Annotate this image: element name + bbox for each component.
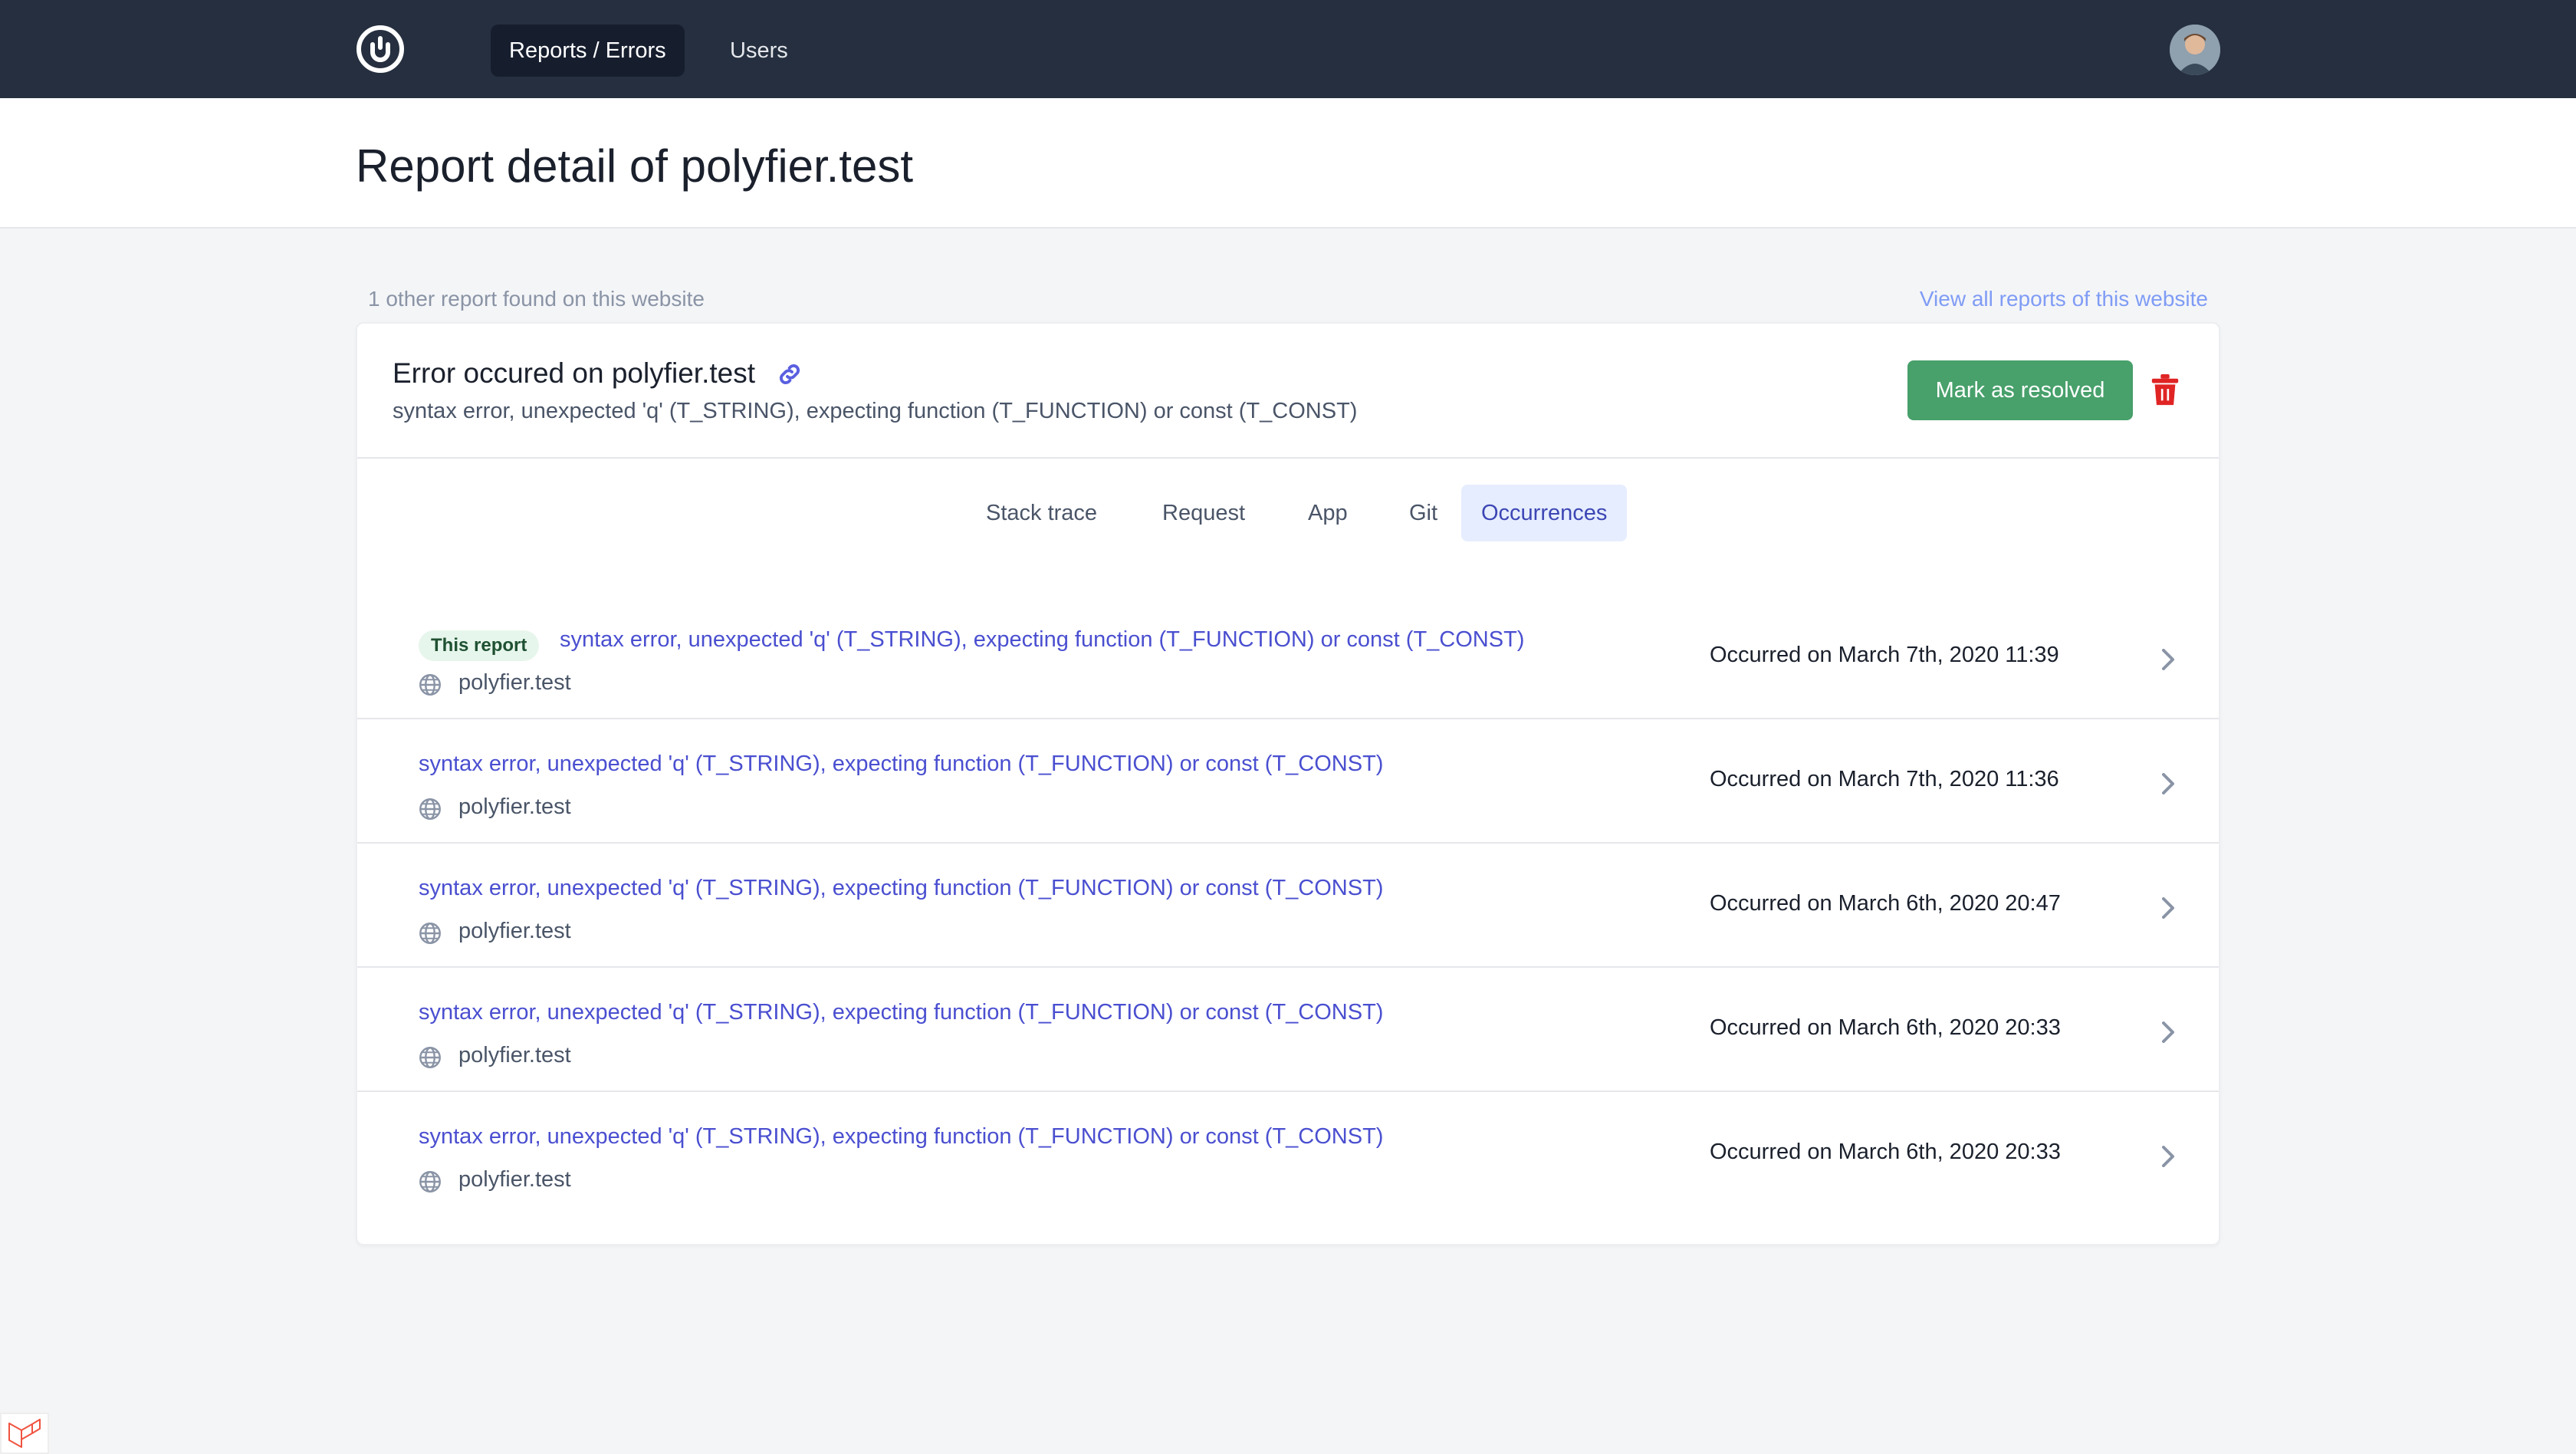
laravel-logo [8,1419,41,1448]
avatar[interactable] [2170,25,2220,75]
report-message: syntax error, unexpected 'q' (T_STRING),… [393,399,1358,423]
top-navbar: Reports / Errors Users [0,0,2576,98]
page-title: Report detail of polyfier.test [356,140,914,192]
link-icon[interactable] [776,360,803,388]
globe-icon [419,1047,441,1068]
page-header: Report detail of polyfier.test [0,98,2576,229]
occurrence-message[interactable]: syntax error, unexpected 'q' (T_STRING),… [419,876,1383,901]
tab-occurrences[interactable]: Occurrences [1461,485,1628,541]
occurrence-date: Occurred on March 7th, 2020 11:36 [1710,767,2059,791]
report-tabs: Stack trace Request App Git Occurrences [357,485,2219,541]
report-card-header: Error occured on polyfier.test syntax er… [357,324,2219,459]
chevron-right-icon[interactable] [2159,773,2177,794]
occurrence-row[interactable]: syntax error, unexpected 'q' (T_STRING),… [357,844,2219,968]
chevron-right-icon[interactable] [2159,1021,2177,1043]
occurrence-date: Occurred on March 6th, 2020 20:33 [1710,1015,2061,1040]
avatar-image [2170,25,2220,75]
occurrence-row[interactable]: syntax error, unexpected 'q' (T_STRING),… [357,719,2219,844]
occurrence-row[interactable]: syntax error, unexpected 'q' (T_STRING),… [357,968,2219,1092]
view-all-reports-link[interactable]: View all reports of this website [1920,287,2208,311]
occurrence-site: polyfier.test [458,794,571,819]
occurrence-row[interactable]: This report syntax error, unexpected 'q'… [357,595,2219,719]
tab-git[interactable]: Git [1389,485,1457,541]
occurrence-date: Occurred on March 6th, 2020 20:47 [1710,891,2061,916]
occurrence-site: polyfier.test [458,1167,571,1192]
occurrence-site: polyfier.test [458,919,571,943]
tab-stack-trace[interactable]: Stack trace [966,485,1117,541]
laravel-icon[interactable] [0,1413,49,1454]
globe-icon [419,798,441,820]
occurrence-message[interactable]: syntax error, unexpected 'q' (T_STRING),… [419,1124,1383,1150]
chevron-right-icon[interactable] [2159,1146,2177,1167]
report-title: Error occured on polyfier.test [393,357,755,389]
tab-request[interactable]: Request [1142,485,1265,541]
report-card: Error occured on polyfier.test syntax er… [356,322,2220,1245]
nav-reports-errors[interactable]: Reports / Errors [491,25,685,77]
occurrence-date: Occurred on March 7th, 2020 11:39 [1710,643,2059,667]
globe-icon [419,674,441,696]
occurrence-message[interactable]: syntax error, unexpected 'q' (T_STRING),… [419,1000,1383,1025]
occurrence-site: polyfier.test [458,670,571,695]
globe-icon [419,1171,441,1192]
tab-app[interactable]: App [1288,485,1368,541]
occurrence-row[interactable]: syntax error, unexpected 'q' (T_STRING),… [357,1092,2219,1216]
chevron-right-icon[interactable] [2159,897,2177,919]
chevron-right-icon[interactable] [2159,649,2177,670]
occurrence-message[interactable]: syntax error, unexpected 'q' (T_STRING),… [560,627,1524,653]
occurrence-date: Occurred on March 6th, 2020 20:33 [1710,1140,2061,1164]
nav-users[interactable]: Users [711,25,807,77]
trash-icon[interactable] [2150,374,2180,406]
other-reports-text: 1 other report found on this website [368,287,705,311]
logo-icon[interactable] [356,25,405,74]
mark-as-resolved-button[interactable]: Mark as resolved [1907,360,2133,420]
occurrence-site: polyfier.test [458,1043,571,1067]
this-report-badge: This report [419,630,540,661]
occurrence-message[interactable]: syntax error, unexpected 'q' (T_STRING),… [419,752,1383,777]
globe-icon [419,923,441,944]
